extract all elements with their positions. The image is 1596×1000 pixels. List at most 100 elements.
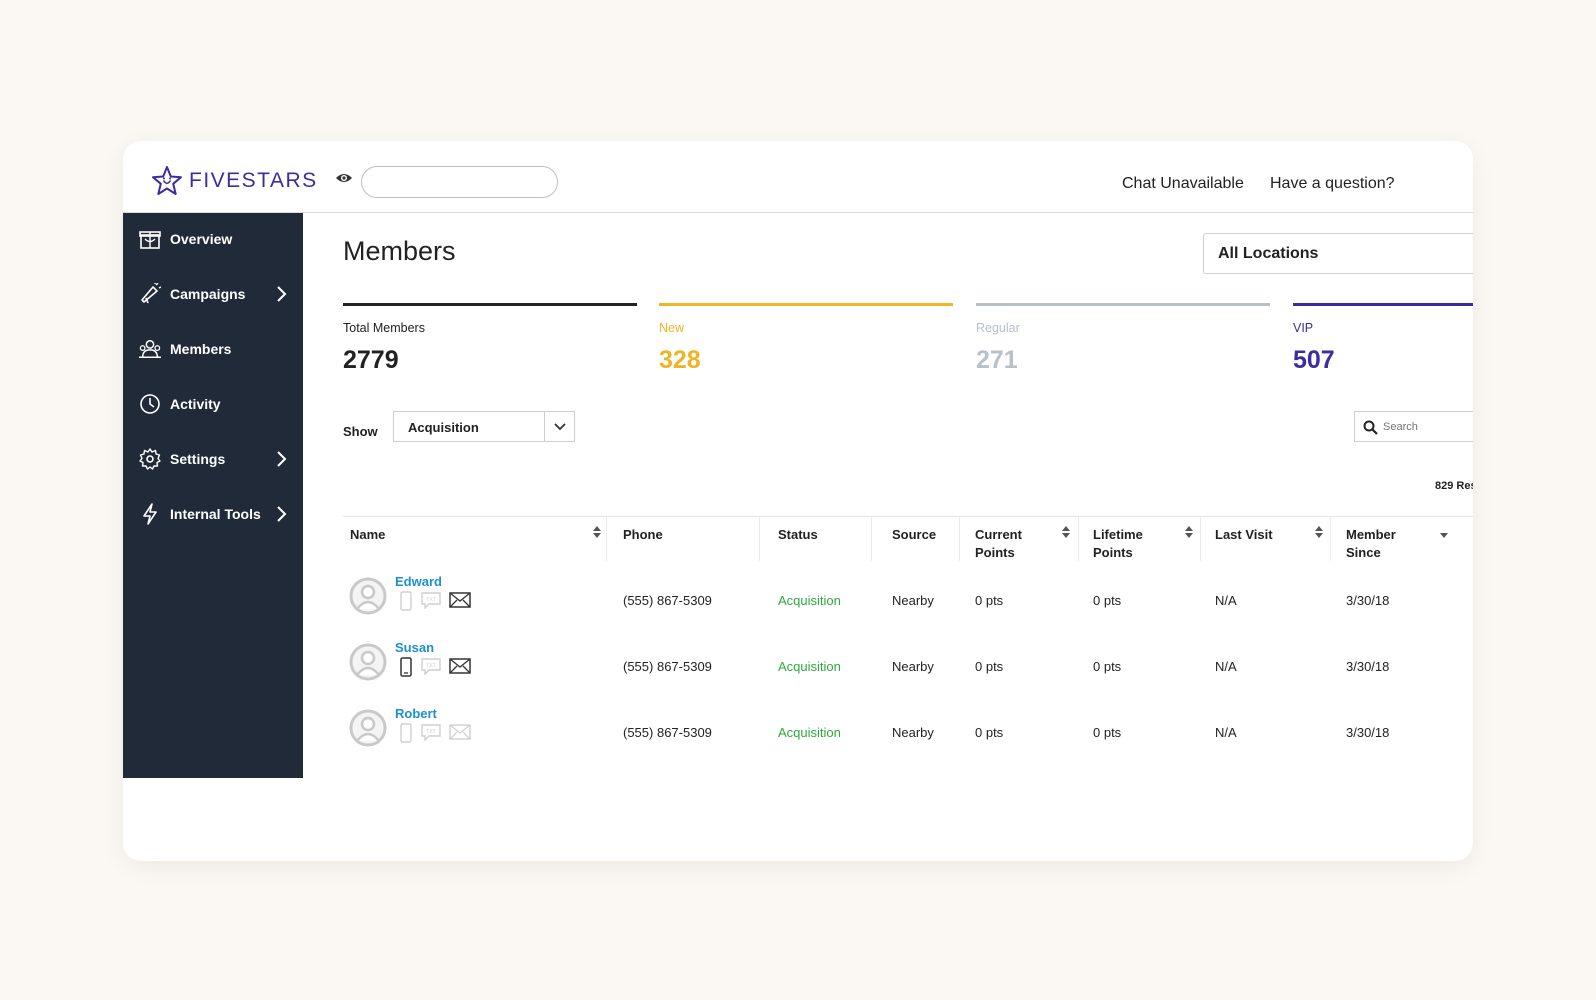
stat-regular[interactable]: Regular 271 xyxy=(976,303,1270,375)
stat-new[interactable]: New 328 xyxy=(659,303,953,375)
show-label: Show xyxy=(343,424,378,439)
sms-icon[interactable]: TXT xyxy=(420,657,442,675)
avatar-icon xyxy=(349,643,387,681)
stat-label: Regular xyxy=(976,321,1020,335)
sidebar-item-label: Settings xyxy=(170,451,226,467)
sidebar-item-label: Members xyxy=(170,341,232,357)
table-header-divider xyxy=(343,516,1473,517)
page-title: Members xyxy=(343,236,456,266)
lifetime-points-cell: 0 pts xyxy=(1093,659,1122,674)
sort-icon[interactable] xyxy=(1062,526,1070,538)
sidebar-item-overview[interactable]: Overview xyxy=(123,219,303,259)
brand-name: FIVESTARS xyxy=(189,169,318,192)
avatar-icon xyxy=(349,709,387,747)
table-row[interactable]: Susan TXT (555) 867-5309 Acquisition Nea… xyxy=(343,637,1473,703)
column-header-status[interactable]: Status xyxy=(778,526,818,544)
phone-icon[interactable] xyxy=(399,723,413,743)
email-icon[interactable] xyxy=(449,591,471,609)
sidebar-item-label: Activity xyxy=(170,396,221,412)
current-points-cell: 0 pts xyxy=(975,659,1004,674)
stat-label: Total Members xyxy=(343,321,425,335)
sidebar-item-members[interactable]: Members xyxy=(123,329,303,369)
source-cell: Nearby xyxy=(892,659,934,674)
column-header-line: Current xyxy=(975,527,1022,542)
status-cell: Acquisition xyxy=(778,659,841,674)
sidebar-item-campaigns[interactable]: Campaigns xyxy=(123,274,303,314)
column-header-line: Points xyxy=(975,545,1015,560)
column-header-line: Since xyxy=(1346,545,1381,560)
dropdown-toggle[interactable] xyxy=(544,412,574,441)
sidebar-item-internal-tools[interactable]: Internal Tools xyxy=(123,494,303,534)
chevron-right-icon xyxy=(277,286,287,302)
sms-icon[interactable]: TXT xyxy=(420,591,442,609)
help-question-link[interactable]: Have a question? xyxy=(1270,175,1395,193)
email-icon[interactable] xyxy=(449,723,471,741)
table-row[interactable]: Robert TXT (555) 867-5309 Acquisition Ne… xyxy=(343,703,1473,769)
table-search-input[interactable] xyxy=(1383,412,1473,441)
location-select[interactable]: All Locations xyxy=(1203,233,1473,274)
sidebar-item-settings[interactable]: Settings xyxy=(123,439,303,479)
phone-icon[interactable] xyxy=(399,591,413,611)
sms-icon[interactable]: TXT xyxy=(420,723,442,741)
column-divider xyxy=(1200,517,1201,561)
phone-cell: (555) 867-5309 xyxy=(623,593,712,608)
people-icon xyxy=(139,340,161,358)
column-header-last-visit[interactable]: Last Visit xyxy=(1215,526,1273,544)
phone-cell: (555) 867-5309 xyxy=(623,659,712,674)
sidebar-item-label: Overview xyxy=(170,231,233,247)
column-header-lifetime-points[interactable]: Lifetime Points xyxy=(1093,526,1143,562)
chevron-down-icon xyxy=(554,423,566,431)
member-name-link[interactable]: Susan xyxy=(395,640,434,655)
chat-status-link[interactable]: Chat Unavailable xyxy=(1122,175,1244,193)
last-visit-cell: N/A xyxy=(1215,659,1237,674)
sidebar-item-label: Internal Tools xyxy=(170,506,261,522)
sidebar-item-activity[interactable]: Activity xyxy=(123,384,303,424)
sort-icon[interactable] xyxy=(1315,526,1323,538)
member-name-link[interactable]: Robert xyxy=(395,706,437,721)
lightning-icon xyxy=(143,503,157,525)
results-count: 829 Res xyxy=(1435,480,1473,492)
sort-icon[interactable] xyxy=(1185,526,1193,538)
gift-icon xyxy=(139,231,161,249)
member-name-link[interactable]: Edward xyxy=(395,574,442,589)
column-header-member-since[interactable]: Member Since xyxy=(1346,526,1396,562)
last-visit-cell: N/A xyxy=(1215,593,1237,608)
stat-value: 2779 xyxy=(343,346,399,374)
stat-value: 328 xyxy=(659,346,701,374)
email-icon[interactable] xyxy=(449,657,471,675)
sort-desc-icon[interactable] xyxy=(1440,530,1448,542)
eye-icon[interactable] xyxy=(335,171,353,185)
current-points-cell: 0 pts xyxy=(975,593,1004,608)
stat-value: 271 xyxy=(976,346,1018,374)
svg-text:TXT: TXT xyxy=(426,729,435,735)
star-logo-icon xyxy=(152,166,182,195)
show-filter-select[interactable]: Acquisition xyxy=(393,411,575,442)
sidebar: Overview Campaigns Members Activity Sett… xyxy=(123,213,303,778)
last-visit-cell: N/A xyxy=(1215,725,1237,740)
column-header-phone[interactable]: Phone xyxy=(623,526,663,544)
column-divider xyxy=(871,517,872,561)
show-filter-value: Acquisition xyxy=(408,420,479,435)
column-header-name[interactable]: Name xyxy=(350,526,385,544)
stat-total-members[interactable]: Total Members 2779 xyxy=(343,303,637,375)
sidebar-item-label: Campaigns xyxy=(170,286,246,302)
stat-value: 507 xyxy=(1293,346,1335,374)
brand-logo[interactable]: FIVESTARS xyxy=(151,165,318,197)
phone-cell: (555) 867-5309 xyxy=(623,725,712,740)
sort-icon[interactable] xyxy=(593,526,601,538)
table-row[interactable]: Edward TXT (555) 867-5309 Acquisition Ne… xyxy=(343,571,1473,637)
svg-text:TXT: TXT xyxy=(426,597,435,603)
member-since-cell: 3/30/18 xyxy=(1346,593,1390,608)
phone-icon[interactable] xyxy=(399,657,413,677)
lifetime-points-cell: 0 pts xyxy=(1093,593,1122,608)
status-cell: Acquisition xyxy=(778,593,841,608)
column-header-source[interactable]: Source xyxy=(892,526,936,544)
stat-label: VIP xyxy=(1293,321,1314,335)
column-divider xyxy=(1078,517,1079,561)
stat-vip[interactable]: VIP 507 xyxy=(1293,303,1473,375)
table-search[interactable] xyxy=(1354,411,1473,442)
svg-text:TXT: TXT xyxy=(426,663,435,669)
header-search-input[interactable] xyxy=(361,166,558,198)
column-header-current-points[interactable]: Current Points xyxy=(975,526,1022,562)
avatar-icon xyxy=(349,577,387,615)
